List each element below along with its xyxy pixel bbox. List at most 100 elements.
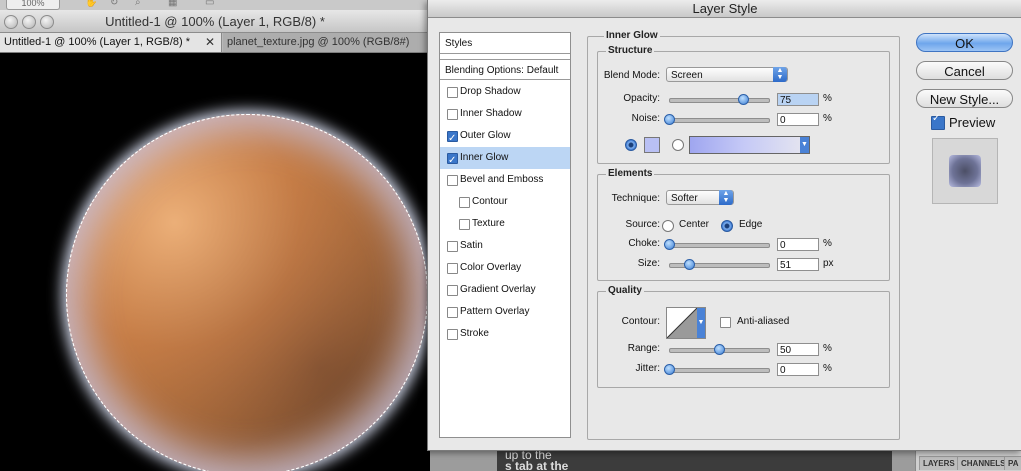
anti-aliased-label: Anti-aliased (737, 316, 790, 327)
gradient-radio[interactable] (672, 139, 684, 151)
structure-label: Structure (606, 45, 655, 56)
contour-picker[interactable]: ▼ (666, 307, 706, 339)
elements-label: Elements (606, 168, 655, 179)
checkbox-checked[interactable] (447, 150, 458, 172)
elements-group: Elements Technique: Softer ▲ ▼ Source: Ce… (597, 168, 890, 281)
cancel-button[interactable]: Cancel (916, 61, 1013, 80)
style-item-label: Inner Shadow (460, 108, 522, 119)
ok-button[interactable]: OK (916, 33, 1013, 52)
tab-channels[interactable]: CHANNELS (957, 456, 1010, 470)
close-tab-icon[interactable]: ✕ (205, 33, 215, 52)
choke-field[interactable]: 0 (777, 238, 819, 251)
style-item-texture[interactable]: Texture (440, 213, 570, 235)
tab-layers[interactable]: LAYERS (919, 456, 959, 470)
noise-label: Noise: (631, 113, 660, 124)
style-item-inner-shadow[interactable]: Inner Shadow (440, 103, 570, 125)
range-field[interactable]: 50 (777, 343, 819, 356)
rotate-tool-icon[interactable]: ↻ (110, 0, 124, 8)
noise-field[interactable]: 0 (777, 113, 819, 126)
zoom-dropdown[interactable]: 100% (6, 0, 60, 10)
tab-label: Untitled-1 @ 100% (Layer 1, RGB/8) * (4, 36, 191, 48)
checkbox[interactable] (447, 285, 458, 296)
tab-untitled-1[interactable]: Untitled-1 @ 100% (Layer 1, RGB/8) * ✕ (0, 33, 222, 52)
arrange-documents-icon[interactable]: ▦ (168, 0, 182, 8)
px-unit: px (823, 258, 834, 269)
layer-style-dialog: Layer Style Styles Blending Options: Def… (427, 0, 1021, 451)
percent-unit: % (823, 93, 832, 104)
source-edge-radio[interactable] (721, 220, 733, 232)
zoom-tool-icon[interactable]: ⌕ (135, 0, 149, 8)
glow-color-swatch[interactable] (644, 137, 660, 153)
source-center-radio[interactable] (662, 220, 674, 232)
new-style-button[interactable]: New Style... (916, 89, 1013, 108)
dialog-titlebar: Layer Style (428, 0, 1021, 18)
checkbox-checked[interactable] (447, 128, 458, 150)
checkbox[interactable] (447, 329, 458, 340)
noise-slider[interactable] (669, 118, 770, 123)
screen-mode-icon[interactable]: ▭ (205, 0, 219, 8)
jitter-slider-thumb[interactable] (664, 364, 675, 375)
source-label: Source: (625, 219, 660, 230)
checkbox[interactable] (447, 109, 458, 120)
document-canvas[interactable] (0, 53, 430, 471)
choke-slider-thumb[interactable] (664, 239, 675, 250)
style-item-label: Gradient Overlay (460, 284, 536, 295)
technique-select[interactable]: Softer ▲ ▼ (666, 190, 734, 205)
source-edge-label: Edge (739, 219, 763, 230)
preview-checkbox[interactable] (931, 113, 945, 130)
blend-mode-value: Screen (671, 70, 703, 81)
style-item-label: Color Overlay (460, 262, 522, 273)
dialog-title: Layer Style (692, 1, 758, 16)
styles-list: Styles Blending Options: Default Drop Sh… (439, 32, 571, 438)
choke-slider[interactable] (669, 243, 770, 248)
range-slider-thumb[interactable] (713, 344, 725, 355)
style-item-contour[interactable]: Contour (440, 191, 570, 213)
percent-unit: % (823, 113, 832, 124)
styles-header[interactable]: Styles (440, 33, 570, 54)
hand-tool-icon[interactable]: ✋ (85, 0, 99, 8)
percent-unit: % (823, 363, 832, 374)
checkbox[interactable] (447, 307, 458, 318)
style-item-label: Outer Glow (460, 130, 511, 141)
opacity-slider[interactable] (669, 98, 770, 103)
style-item-stroke[interactable]: Stroke (440, 323, 570, 345)
style-item-inner-glow[interactable]: Inner Glow (440, 147, 570, 172)
checkbox[interactable] (459, 197, 470, 208)
checkbox[interactable] (447, 263, 458, 274)
checkbox[interactable] (447, 175, 458, 186)
style-item-drop-shadow[interactable]: Drop Shadow (440, 81, 570, 103)
noise-slider-thumb[interactable] (664, 114, 675, 125)
source-center-label: Center (679, 219, 710, 230)
style-item-label: Satin (460, 240, 483, 251)
blending-options-item[interactable]: Blending Options: Default (440, 59, 570, 80)
style-item-color-overlay[interactable]: Color Overlay (440, 257, 570, 279)
checkbox[interactable] (447, 241, 458, 252)
planet-layer-image (66, 114, 428, 471)
range-label: Range: (627, 343, 660, 354)
anti-aliased-checkbox[interactable] (720, 317, 731, 328)
gradient-picker[interactable]: ▼ (689, 136, 810, 154)
style-item-outer-glow[interactable]: Outer Glow (440, 125, 570, 150)
opacity-field[interactable]: 75 (777, 93, 819, 106)
opacity-slider-thumb[interactable] (738, 94, 750, 105)
style-item-pattern-overlay[interactable]: Pattern Overlay (440, 301, 570, 323)
blend-mode-select[interactable]: Screen ▲ ▼ (666, 67, 788, 82)
jitter-field[interactable]: 0 (777, 363, 819, 376)
jitter-slider[interactable] (669, 368, 770, 373)
style-item-gradient-overlay[interactable]: Gradient Overlay (440, 279, 570, 301)
layers-panel: LAYERS CHANNELS PA (915, 450, 1021, 471)
solid-color-radio[interactable] (625, 139, 637, 151)
checkbox[interactable] (447, 87, 458, 98)
size-slider-thumb[interactable] (683, 259, 695, 270)
checkbox[interactable] (459, 219, 470, 230)
size-field[interactable]: 51 (777, 258, 819, 271)
tab-paths[interactable]: PA (1004, 456, 1021, 470)
style-item-satin[interactable]: Satin (440, 235, 570, 257)
choke-label: Choke: (628, 238, 660, 249)
document-title: Untitled-1 @ 100% (Layer 1, RGB/8) * (105, 14, 325, 29)
style-item-bevel-emboss[interactable]: Bevel and Emboss (440, 169, 570, 191)
style-preview-thumbnail (932, 138, 998, 204)
style-item-label: Texture (472, 218, 505, 229)
style-item-label: Contour (472, 196, 508, 207)
tab-planet-texture[interactable]: planet_texture.jpg @ 100% (RGB/8#) (223, 33, 430, 52)
